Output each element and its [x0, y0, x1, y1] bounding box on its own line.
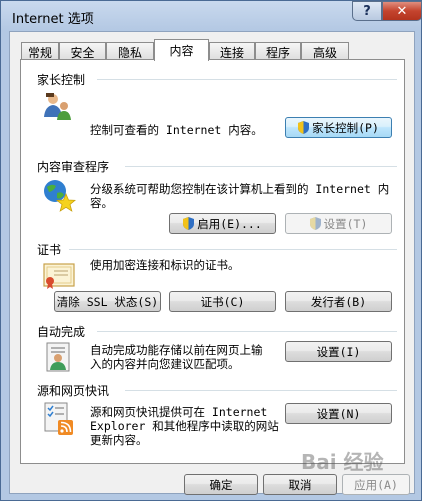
parental-controls-title: 家长控制: [37, 71, 90, 88]
autocomplete-form-icon: [46, 342, 70, 372]
uac-shield-icon: [298, 121, 310, 134]
window-title: Internet 选项: [12, 12, 94, 27]
feeds-title: 源和网页快讯: [37, 382, 114, 399]
uac-shield-icon: [309, 217, 321, 230]
feeds-description-2: Explorer 和其他程序中读取的网站: [90, 419, 279, 433]
parental-controls-button[interactable]: 家长控制(P): [285, 117, 392, 138]
family-users-icon: [44, 93, 71, 120]
group-divider: [97, 79, 397, 80]
group-divider: [125, 166, 397, 167]
internet-options-window: Internet 选项 ? ✕ 常规 安全 隐私 内容 连接 程序 高级 家长控…: [0, 0, 422, 501]
dialog-client: 常规 安全 隐私 内容 连接 程序 高级 家长控制 控制可查看的 Interne…: [9, 31, 415, 495]
autocomplete-title: 自动完成: [37, 323, 90, 340]
feeds-description-1: 源和网页快讯提供可在 Internet: [90, 405, 268, 419]
group-divider: [97, 331, 397, 332]
clear-ssl-state-button[interactable]: 清除 SSL 状态(S): [54, 291, 161, 312]
certificate-icon: [43, 263, 75, 289]
close-icon: ✕: [396, 3, 408, 19]
close-button[interactable]: ✕: [382, 1, 422, 21]
feeds-description-3: 更新内容。: [90, 433, 148, 447]
parental-controls-button-label: 家长控制(P): [312, 120, 379, 135]
content-tab-panel: 家长控制 控制可查看的 Internet 内容。 家长控制(P) 内容审查程序: [20, 59, 405, 464]
rss-feed-icon: [44, 402, 73, 435]
group-divider: [125, 390, 397, 391]
content-advisor-description-1: 分级系统可帮助您控制在该计算机上看到的 Internet 内: [90, 182, 390, 196]
content-advisor-description-2: 容。: [90, 196, 113, 210]
autocomplete-description-1: 自动完成功能存储以前在网页上输: [90, 343, 263, 357]
content-advisor-settings-button[interactable]: 设置(T): [285, 213, 392, 234]
certificates-description: 使用加密连接和标识的证书。: [90, 258, 240, 272]
ok-button[interactable]: 确定: [184, 474, 258, 495]
group-divider: [69, 249, 397, 250]
title-bar[interactable]: Internet 选项 ? ✕: [1, 1, 422, 31]
help-button[interactable]: ?: [352, 1, 382, 21]
content-advisor-settings-label: 设置(T): [323, 216, 368, 231]
certificates-button[interactable]: 证书(C): [169, 291, 276, 312]
watermark: Bai 经验: [301, 450, 384, 474]
apply-button[interactable]: 应用(A): [342, 474, 410, 495]
certificates-title: 证书: [37, 241, 66, 258]
globe-star-icon: [44, 180, 76, 212]
parental-controls-description: 控制可查看的 Internet 内容。: [90, 123, 263, 137]
content-advisor-enable-label: 启用(E)...: [197, 216, 262, 231]
content-advisor-title: 内容审查程序: [37, 158, 114, 175]
tab-content[interactable]: 内容: [154, 39, 209, 61]
autocomplete-settings-button[interactable]: 设置(I): [285, 341, 392, 362]
feeds-settings-button[interactable]: 设置(N): [285, 403, 392, 424]
autocomplete-description-2: 入的内容并向您建议匹配项。: [90, 357, 240, 371]
publishers-button[interactable]: 发行者(B): [285, 291, 392, 312]
uac-shield-icon: [183, 217, 195, 230]
content-advisor-enable-button[interactable]: 启用(E)...: [169, 213, 276, 234]
cancel-button[interactable]: 取消: [263, 474, 337, 495]
